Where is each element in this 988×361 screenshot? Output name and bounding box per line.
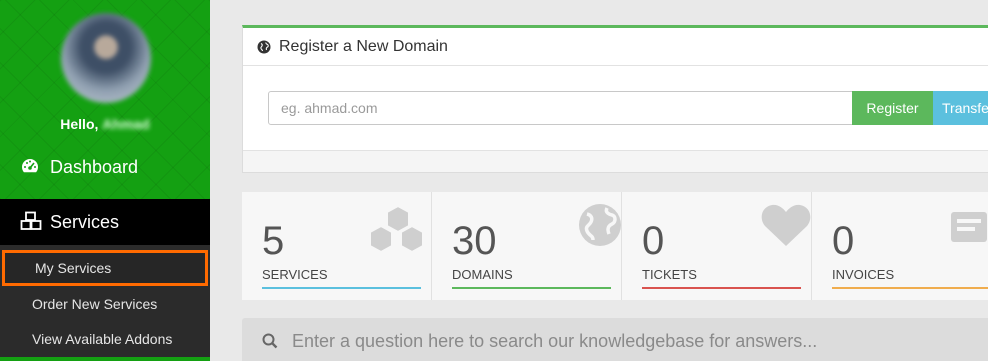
sidebar-item-view-addons[interactable]: View Available Addons — [0, 321, 210, 356]
stat-label: TICKETS — [642, 267, 697, 282]
panel-footer — [243, 150, 988, 172]
stat-label: SERVICES — [262, 267, 328, 282]
stat-accent-bar — [642, 287, 801, 289]
sidebar-item-label: Order New Services — [32, 295, 158, 312]
sidebar-footer-strip — [0, 357, 210, 361]
stat-value: 0 — [832, 219, 855, 263]
domain-search-input[interactable] — [268, 91, 853, 125]
stat-value: 0 — [642, 219, 665, 263]
transfer-button[interactable]: Transfer — [933, 91, 988, 125]
stat-tile-tickets[interactable]: 0 TICKETS — [622, 192, 812, 300]
stat-tile-domains[interactable]: 30 DOMAINS — [432, 192, 622, 300]
stat-value: 5 — [262, 219, 285, 263]
stat-tile-invoices[interactable]: 0 INVOICES — [812, 192, 988, 300]
user-greeting: Hello, Ahmad — [0, 116, 210, 132]
stat-accent-bar — [262, 287, 421, 289]
panel-title: Register a New Domain — [279, 37, 448, 55]
stat-tile-services[interactable]: 5 SERVICES — [242, 192, 432, 300]
register-domain-panel: Register a New Domain Register Transfer — [242, 25, 988, 173]
stats-row: 5 SERVICES 30 DOMAINS 0 TICKETS 0 INVOIC… — [242, 192, 988, 300]
sidebar-item-dashboard[interactable]: Dashboard — [0, 152, 210, 182]
avatar[interactable] — [61, 13, 151, 103]
dashboard-icon — [20, 156, 42, 178]
sidebar-item-order-new-services[interactable]: Order New Services — [0, 286, 210, 321]
sidebar-item-label: View Available Addons — [32, 330, 173, 347]
cubes-icon — [367, 202, 429, 259]
register-button[interactable]: Register — [852, 91, 933, 125]
sidebar-item-my-services[interactable]: My Services — [2, 250, 208, 286]
stat-accent-bar — [452, 287, 611, 289]
invoice-icon — [949, 210, 988, 249]
stat-label: DOMAINS — [452, 267, 513, 282]
sidebar-item-label: My Services — [35, 260, 112, 276]
heart-icon — [760, 202, 812, 253]
stat-accent-bar — [832, 287, 988, 289]
stat-label: INVOICES — [832, 267, 895, 282]
cubes-icon — [20, 211, 42, 233]
sidebar-header: Hello, Ahmad Dashboard — [0, 0, 210, 199]
stat-value: 30 — [452, 219, 497, 263]
knowledgebase-search-input[interactable]: Enter a question here to search our know… — [242, 318, 988, 361]
search-icon — [262, 333, 278, 349]
sidebar-item-label: Services — [50, 211, 120, 232]
sidebar: Hello, Ahmad Dashboard Services My Servi… — [0, 0, 210, 361]
sidebar-item-label: Dashboard — [50, 156, 139, 177]
search-placeholder: Enter a question here to search our know… — [292, 330, 818, 351]
panel-header: Register a New Domain — [243, 28, 988, 66]
sidebar-item-services[interactable]: Services — [0, 199, 210, 245]
greeting-text: Hello, — [60, 116, 99, 132]
globe-icon — [257, 40, 271, 54]
globe-icon — [577, 202, 623, 253]
user-name: Ahmad — [102, 116, 150, 132]
